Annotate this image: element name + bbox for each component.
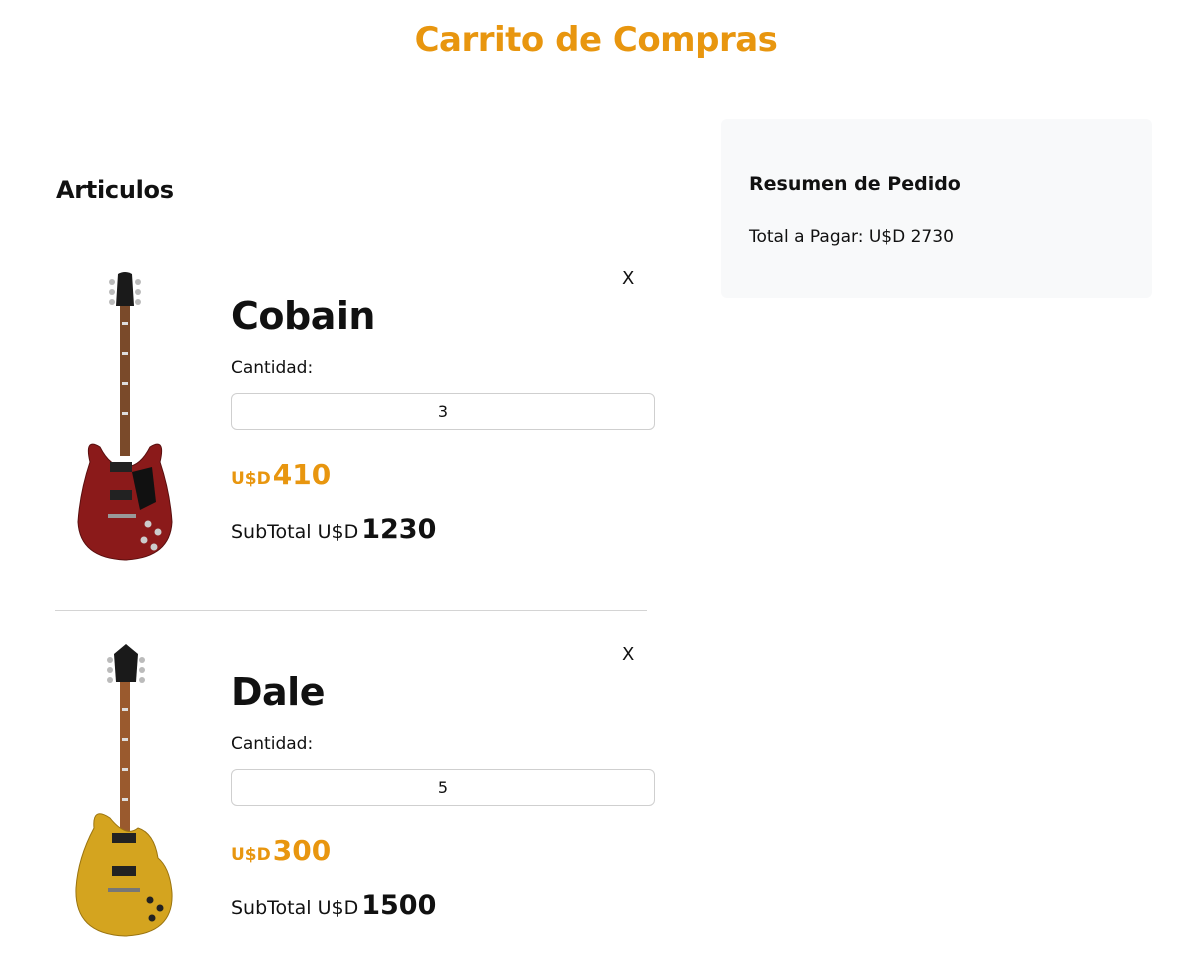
subtotal-value: 1500 xyxy=(361,890,437,921)
articles-heading: Articulos xyxy=(56,176,174,204)
subtotal-value: 1230 xyxy=(361,514,437,545)
subtotal-label: SubTotal U$D xyxy=(231,521,359,543)
price-currency: U$D xyxy=(231,469,271,489)
subtotal-label: SubTotal U$D xyxy=(231,897,359,919)
quantity-input[interactable] xyxy=(231,769,655,806)
quantity-label: Cantidad: xyxy=(231,358,314,378)
cart-item: X Dale Cantidad: U$D300 SubTotal U$D1500 xyxy=(56,638,658,958)
item-price: U$D410 xyxy=(231,458,331,491)
item-price: U$D300 xyxy=(231,834,331,867)
item-subtotal: SubTotal U$D 1500 xyxy=(231,890,436,921)
remove-item-button[interactable]: X xyxy=(622,644,634,665)
summary-title: Resumen de Pedido xyxy=(749,173,961,195)
price-currency: U$D xyxy=(231,845,271,865)
guitar-sg-red-image xyxy=(77,272,173,561)
item-name: Dale xyxy=(231,670,325,714)
page-title: Carrito de Compras xyxy=(414,20,778,60)
price-value: 410 xyxy=(272,458,332,491)
item-subtotal: SubTotal U$D 1230 xyxy=(231,514,436,545)
remove-item-button[interactable]: X xyxy=(622,268,634,289)
item-divider xyxy=(55,610,647,611)
item-name: Cobain xyxy=(231,294,375,338)
quantity-input[interactable] xyxy=(231,393,655,430)
order-summary-panel: Resumen de Pedido Total a Pagar: U$D 273… xyxy=(721,119,1152,298)
summary-total: Total a Pagar: U$D 2730 xyxy=(749,227,954,247)
quantity-label: Cantidad: xyxy=(231,734,314,754)
guitar-gold-image xyxy=(75,644,173,937)
cart-item: X Cobain Cantidad: U$D410 SubTotal U$D12… xyxy=(56,262,658,582)
price-value: 300 xyxy=(272,834,332,867)
